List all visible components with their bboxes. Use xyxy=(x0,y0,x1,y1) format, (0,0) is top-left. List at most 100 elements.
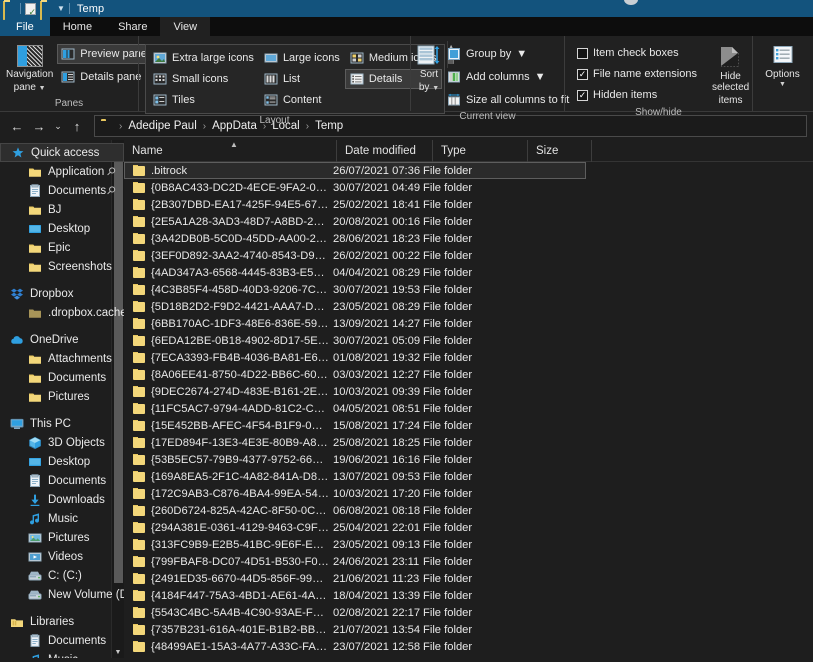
column-header-date-modified[interactable]: Date modified xyxy=(337,140,433,162)
options-button[interactable]: Options ▼ xyxy=(759,41,806,88)
sidebar-item-desktop[interactable]: Desktop xyxy=(0,452,124,471)
layout-extra-large-icons[interactable]: Extra large icons xyxy=(148,48,259,68)
forward-button[interactable]: → xyxy=(28,115,50,137)
table-row[interactable]: .bitrock26/07/2021 07:36File folder xyxy=(124,162,586,179)
new-folder-icon[interactable] xyxy=(40,2,53,15)
tab-share[interactable]: Share xyxy=(105,17,160,36)
file-name-extensions-option[interactable]: File name extensions xyxy=(573,65,704,83)
layout-list[interactable]: List xyxy=(259,69,345,89)
sidebar-item-pictures[interactable]: Pictures xyxy=(0,528,124,547)
table-row[interactable]: {172C9AB3-C876-4BA4-99EA-54B8C0421...10/… xyxy=(124,485,813,502)
layout-large-icons[interactable]: Large icons xyxy=(259,48,345,68)
table-row[interactable]: {2B307DBD-EA17-425F-94E5-67301164BC...25… xyxy=(124,196,813,213)
table-row[interactable]: {6EDA12BE-0B18-4902-8D17-5E72ADAE6...30/… xyxy=(124,332,813,349)
recent-locations-button[interactable]: ⌄ xyxy=(50,115,66,137)
table-row[interactable]: {260D6724-825A-42AC-8F50-0C51E79F5D...06… xyxy=(124,502,813,519)
sidebar-item-c-c[interactable]: C: (C:) xyxy=(0,566,124,585)
layout-content[interactable]: Content xyxy=(259,90,345,110)
sidebar-group-quick-access[interactable]: Quick access xyxy=(0,143,124,162)
table-row[interactable]: {2E5A1A28-3AD3-48D7-A8BD-2979D17C...20/0… xyxy=(124,213,813,230)
table-row[interactable]: {0B8AC433-DC2D-4ECE-9FA2-016497458...30/… xyxy=(124,179,813,196)
sidebar-group-dropbox[interactable]: Dropbox xyxy=(0,284,124,303)
table-row[interactable]: {11FC5AC7-9794-4ADD-81C2-C037F3B2F...04/… xyxy=(124,400,813,417)
pin-icon[interactable]: ⚲ xyxy=(104,164,119,179)
sidebar-item-documents[interactable]: Documents⚲ xyxy=(0,181,124,200)
customize-caret-icon[interactable]: ▼ xyxy=(57,5,65,13)
table-row[interactable]: {8A06EE41-8750-4D22-BB6C-6079A6ACD...03/… xyxy=(124,366,813,383)
sidebar-item-documents[interactable]: Documents xyxy=(0,471,124,490)
sidebar-group-this-pc[interactable]: This PC xyxy=(0,414,124,433)
hidden-items-option[interactable]: Hidden items xyxy=(573,86,704,104)
sidebar-item-documents[interactable]: Documents xyxy=(0,631,124,650)
folder-icon[interactable] xyxy=(3,2,16,15)
hide-selected-items-button[interactable]: Hide selected items xyxy=(712,41,749,106)
table-row[interactable]: {17ED894F-13E3-4E3E-80B9-A8DCA667D...25/… xyxy=(124,434,813,451)
table-row[interactable]: {4C3B85F4-458D-40D3-9206-7C1720016A...30… xyxy=(124,281,813,298)
sidebar-item-dropbox-cache[interactable]: .dropbox.cache xyxy=(0,303,124,322)
table-row[interactable]: {294A381E-0361-4129-9463-C9F0C08038...25… xyxy=(124,519,813,536)
group-by-button[interactable]: Group by ▼ xyxy=(443,44,576,64)
tab-home[interactable]: Home xyxy=(50,17,105,36)
sidebar-item-screenshots[interactable]: Screenshots xyxy=(0,257,124,276)
table-row[interactable]: {313FC9B9-E2B5-41BC-9E6F-E5CC547E97...23… xyxy=(124,536,813,553)
table-row[interactable]: {799FBAF8-DC07-4D51-B530-F0ADE57EC...24/… xyxy=(124,553,813,570)
chevron-down-icon-options[interactable]: ▼ xyxy=(779,82,786,88)
navigation-pane-button[interactable]: Navigation pane ▼ xyxy=(6,41,53,93)
sidebar-item-application[interactable]: Application⚲ xyxy=(0,162,124,181)
sidebar-item-desktop[interactable]: Desktop xyxy=(0,219,124,238)
table-row[interactable]: {9DEC2674-274D-483E-B161-2ECBA98D6...10/… xyxy=(124,383,813,400)
chevron-down-icon-group[interactable]: ▼ xyxy=(516,48,527,60)
tab-file[interactable]: File xyxy=(0,17,50,36)
sidebar-item-3d-objects[interactable]: 3D Objects xyxy=(0,433,124,452)
sidebar-item-pictures[interactable]: Pictures xyxy=(0,387,124,406)
layout-small-icons[interactable]: Small icons xyxy=(148,69,259,89)
sidebar-item-bj[interactable]: BJ xyxy=(0,200,124,219)
table-row[interactable]: {53B5EC57-79B9-4377-9752-66E9A30EBB...19… xyxy=(124,451,813,468)
sidebar-item-documents[interactable]: Documents xyxy=(0,368,124,387)
layout-tiles[interactable]: Tiles xyxy=(148,90,259,110)
sidebar-group-libraries[interactable]: Libraries xyxy=(0,612,124,631)
table-row[interactable]: {7ECA3393-FB4B-4036-BA81-E68E2854B9...01… xyxy=(124,349,813,366)
table-row[interactable]: {5543C4BC-5A4B-4C90-93AE-F60F9B52EF...02… xyxy=(124,604,813,621)
column-header-name[interactable]: ▲ Name xyxy=(124,140,337,162)
column-header-type[interactable]: Type xyxy=(433,140,528,162)
column-header-size[interactable]: Size xyxy=(528,140,592,162)
tab-view[interactable]: View xyxy=(160,17,210,36)
table-row[interactable]: {3A42DB0B-5C0D-45DD-AA00-29AB4E61...28/0… xyxy=(124,230,813,247)
table-row[interactable]: {3EF0D892-3AA2-4740-8543-D917D97ECB...26… xyxy=(124,247,813,264)
size-all-columns-button[interactable]: Size all columns to fit xyxy=(443,90,576,110)
table-row[interactable]: {4184F447-75A3-4BD1-AE61-4A080C47BE...18… xyxy=(124,587,813,604)
up-button[interactable]: ↑ xyxy=(66,115,88,137)
table-row[interactable]: {82497C63-AAA3-4AA9-ACFB-5A3AB059...23/0… xyxy=(124,655,813,658)
table-row[interactable]: {48499AE1-15A3-4A77-A33C-FAD238F998...23… xyxy=(124,638,813,655)
item-check-boxes-checkbox[interactable] xyxy=(577,48,588,59)
chevron-down-icon-sort[interactable]: ▼ xyxy=(432,85,439,92)
file-name-label: {2B307DBD-EA17-425F-94E5-67301164BC... xyxy=(151,199,330,211)
back-button[interactable]: ← xyxy=(6,115,28,137)
properties-icon[interactable] xyxy=(25,3,36,15)
sidebar-group-onedrive[interactable]: OneDrive xyxy=(0,330,124,349)
sidebar-item-downloads[interactable]: Downloads xyxy=(0,490,124,509)
sidebar-item-new-volume-d[interactable]: New Volume (D:) xyxy=(0,585,124,604)
table-row[interactable]: {6BB170AC-1DF3-48E6-836E-599D105CF0...13… xyxy=(124,315,813,332)
hidden-items-checkbox[interactable] xyxy=(577,90,588,101)
sidebar-item-music[interactable]: Music xyxy=(0,650,124,658)
chevron-down-icon-columns[interactable]: ▼ xyxy=(535,71,546,83)
file-name-extensions-checkbox[interactable] xyxy=(577,69,588,80)
sidebar-item-attachments[interactable]: Attachments xyxy=(0,349,124,368)
table-row[interactable]: {5D18B2D2-F9D2-4421-AAA7-DFA2DE0A...23/0… xyxy=(124,298,813,315)
cell-type: File folder xyxy=(423,352,518,364)
table-row[interactable]: {2491ED35-6670-44D5-856F-99D237037FFE}21… xyxy=(124,570,813,587)
table-row[interactable]: {4AD347A3-6568-4445-83B3-E5544DF6CC...04… xyxy=(124,264,813,281)
table-row[interactable]: {15E452BB-AFEC-4F54-B1F9-0D720A5C3...15/… xyxy=(124,417,813,434)
chevron-down-icon[interactable]: ▼ xyxy=(39,85,46,92)
sort-by-button[interactable]: Sort by ▼ xyxy=(417,41,441,93)
add-columns-button[interactable]: Add columns ▼ xyxy=(443,67,576,87)
sidebar-item-videos[interactable]: Videos xyxy=(0,547,124,566)
table-row[interactable]: {7357B231-616A-401E-B1B2-BB1709F08C...21… xyxy=(124,621,813,638)
item-check-boxes-option[interactable]: Item check boxes xyxy=(573,44,704,62)
sidebar-item-epic[interactable]: Epic xyxy=(0,238,124,257)
documents-icon xyxy=(28,184,42,198)
sidebar-item-music[interactable]: Music xyxy=(0,509,124,528)
table-row[interactable]: {169A8EA5-2F1C-4A82-841A-D8DB9B169...13/… xyxy=(124,468,813,485)
